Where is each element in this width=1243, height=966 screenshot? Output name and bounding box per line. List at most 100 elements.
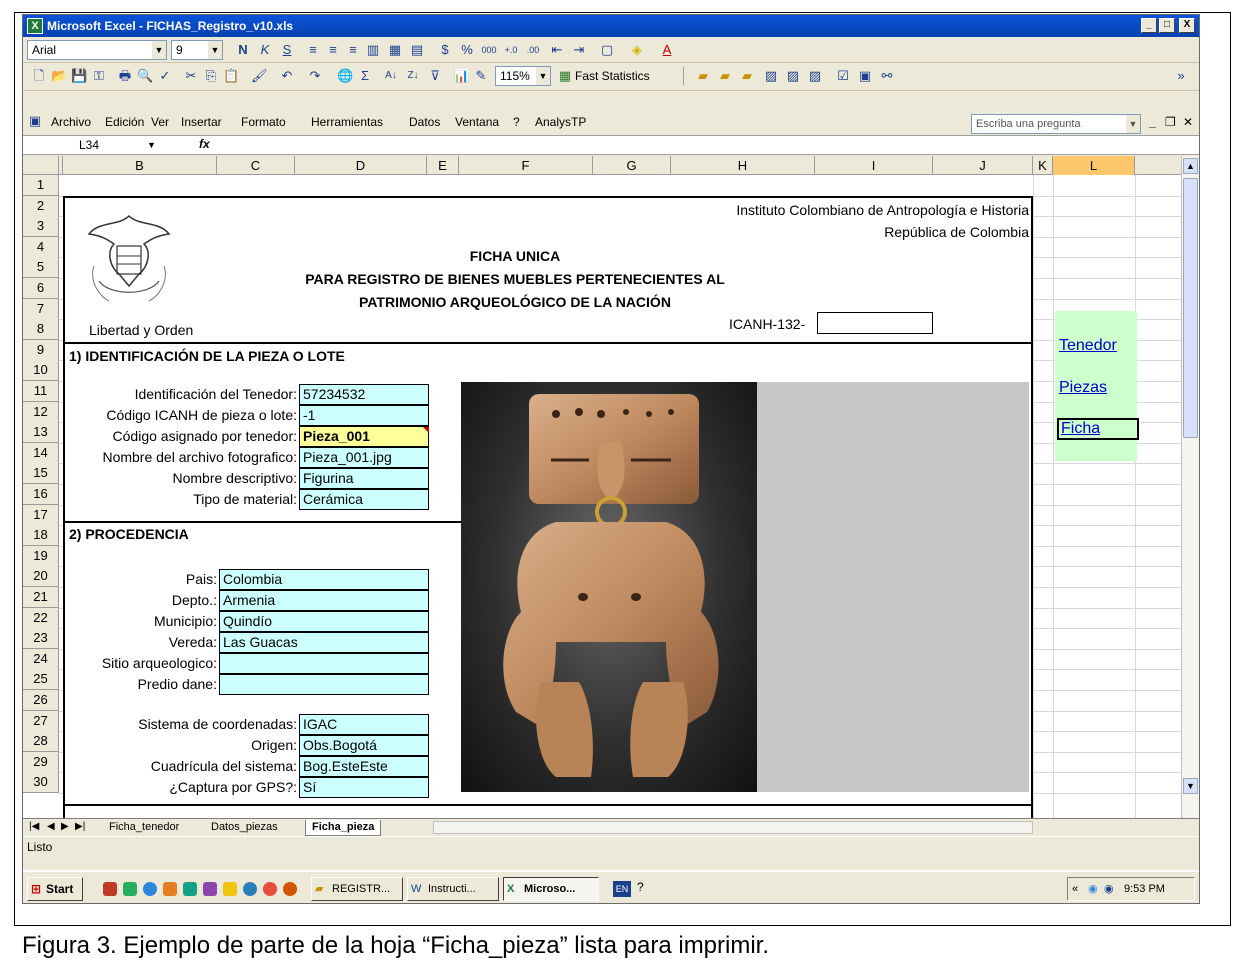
- column-header-g[interactable]: G: [593, 156, 671, 175]
- taskbar-instructivo[interactable]: W Instructi...: [407, 877, 499, 901]
- increase-decimal-icon[interactable]: +.0: [503, 42, 519, 58]
- select-all-corner[interactable]: [23, 156, 59, 175]
- tray-expand-icon[interactable]: «: [1072, 878, 1078, 900]
- font-name-box[interactable]: Arial ▼: [27, 40, 167, 60]
- sheet-tab-datos-piezas[interactable]: Datos_piezas: [205, 820, 284, 836]
- row-header[interactable]: 10: [23, 360, 59, 382]
- decrease-decimal-icon[interactable]: .00: [525, 42, 541, 58]
- column-header-d[interactable]: D: [295, 156, 427, 175]
- field-predio-dane[interactable]: [219, 674, 429, 695]
- sheet-tab-ficha-pieza[interactable]: Ficha_pieza: [305, 820, 382, 836]
- menu-edicion[interactable]: Edición: [105, 115, 144, 129]
- font-size-box[interactable]: 9 ▼: [171, 40, 223, 60]
- zoom-box[interactable]: 115% ▼: [495, 66, 551, 86]
- row-header[interactable]: 16: [23, 484, 59, 505]
- redo-icon[interactable]: ↷: [307, 68, 323, 84]
- thousands-icon[interactable]: 000: [481, 42, 497, 58]
- merge-center-icon[interactable]: ▦: [387, 42, 403, 58]
- image-icon[interactable]: ▨: [763, 68, 779, 84]
- field-codigo-icanh[interactable]: -1: [299, 405, 429, 426]
- field-origen[interactable]: Obs.Bogotá: [299, 735, 429, 756]
- toolbar-options-icon[interactable]: »: [1173, 68, 1189, 84]
- italic-icon[interactable]: K: [257, 42, 273, 58]
- sort-desc-icon[interactable]: Z↓: [405, 68, 421, 84]
- chevron-down-icon[interactable]: ▼: [1126, 115, 1140, 133]
- image-icon[interactable]: ▨: [785, 68, 801, 84]
- folder-icon[interactable]: ▰: [739, 68, 755, 84]
- scroll-up-icon[interactable]: ▲: [1183, 158, 1198, 174]
- quicklaunch-icon[interactable]: [283, 882, 297, 896]
- row-header[interactable]: 6: [23, 278, 59, 299]
- font-color-icon[interactable]: A: [659, 42, 675, 58]
- document-icon[interactable]: ▣: [27, 113, 43, 129]
- start-button[interactable]: ⊞ Start: [27, 877, 83, 901]
- acrobat-icon[interactable]: [103, 882, 117, 896]
- name-box[interactable]: L34 ▼: [59, 136, 163, 154]
- link-piezas[interactable]: Piezas: [1059, 379, 1107, 397]
- vertical-scrollbar[interactable]: ▲ ▼: [1181, 156, 1199, 818]
- tab-scroll-prev-icon[interactable]: ◀: [47, 821, 55, 832]
- taskbar-registro[interactable]: ▰ REGISTR...: [311, 877, 403, 901]
- column-header-c[interactable]: C: [217, 156, 295, 175]
- row-header[interactable]: 24: [23, 648, 59, 670]
- hyperlink-icon[interactable]: 🌐: [337, 68, 353, 84]
- quicklaunch-icon[interactable]: [223, 882, 237, 896]
- percent-icon[interactable]: %: [459, 42, 475, 58]
- row-header[interactable]: 26: [23, 690, 59, 711]
- menu-datos[interactable]: Datos: [409, 115, 440, 129]
- tab-scroll-next-icon[interactable]: ▶: [61, 821, 69, 832]
- row-header[interactable]: 22: [23, 607, 59, 629]
- undo-icon[interactable]: ↶: [279, 68, 295, 84]
- column-header-f[interactable]: F: [459, 156, 593, 175]
- open-icon[interactable]: 📂: [51, 68, 67, 84]
- copy-icon[interactable]: ⎘: [203, 68, 219, 84]
- language-indicator[interactable]: EN: [613, 881, 631, 897]
- row-header[interactable]: 27: [23, 710, 59, 732]
- row-header[interactable]: 17: [23, 504, 59, 526]
- menu-ventana[interactable]: Ventana: [455, 115, 499, 129]
- row-header[interactable]: 8: [23, 319, 59, 341]
- quicklaunch-icon[interactable]: [243, 882, 257, 896]
- image-icon[interactable]: ▨: [807, 68, 823, 84]
- minimize-button[interactable]: _: [1141, 18, 1157, 33]
- drawing-icon[interactable]: ✎: [473, 68, 489, 84]
- bold-icon[interactable]: N: [235, 42, 251, 58]
- field-identificacion-tenedor[interactable]: 57234532: [299, 384, 429, 405]
- menu-formato[interactable]: Formato: [241, 115, 286, 129]
- column-header-b[interactable]: B: [63, 156, 217, 175]
- row-header[interactable]: 12: [23, 401, 59, 423]
- column-header-i[interactable]: I: [815, 156, 933, 175]
- doc-restore-icon[interactable]: ❐: [1165, 115, 1176, 129]
- quicklaunch-icon[interactable]: [203, 882, 217, 896]
- chart-wizard-icon[interactable]: 📊: [453, 68, 469, 84]
- scroll-thumb[interactable]: [1183, 178, 1198, 438]
- column-header-k[interactable]: K: [1033, 156, 1053, 175]
- help-icon[interactable]: ?: [637, 880, 644, 894]
- scroll-down-icon[interactable]: ▼: [1183, 778, 1198, 794]
- folder-icon[interactable]: ▰: [695, 68, 711, 84]
- filter-icon[interactable]: ⊽: [427, 68, 443, 84]
- chevron-down-icon[interactable]: ▼: [536, 67, 550, 85]
- field-archivo-foto[interactable]: Pieza_001.jpg: [299, 447, 429, 468]
- column-header-j[interactable]: J: [933, 156, 1033, 175]
- doc-minimize-icon[interactable]: _: [1149, 115, 1156, 129]
- increase-indent-icon[interactable]: ⇥: [571, 42, 587, 58]
- borders-icon[interactable]: ▢: [599, 42, 615, 58]
- sheet-tab-ficha-tenedor[interactable]: Ficha_tenedor: [103, 820, 185, 836]
- underline-icon[interactable]: S: [279, 42, 295, 58]
- row-header[interactable]: 20: [23, 566, 59, 588]
- quicklaunch-icon[interactable]: [183, 882, 197, 896]
- grid-icon[interactable]: ▤: [409, 42, 425, 58]
- row-header[interactable]: 13: [23, 422, 59, 444]
- hyperlink-icon[interactable]: ⚯: [879, 68, 895, 84]
- align-center-icon[interactable]: ≡: [325, 42, 341, 58]
- quicklaunch-icon[interactable]: [263, 882, 277, 896]
- column-header-l[interactable]: L: [1053, 156, 1135, 175]
- row-header[interactable]: 7: [23, 298, 59, 320]
- row-header[interactable]: 18: [23, 525, 59, 547]
- row-header[interactable]: 1: [23, 175, 59, 196]
- internet-explorer-icon[interactable]: [143, 882, 157, 896]
- field-nombre-descriptivo[interactable]: Figurina: [299, 468, 429, 489]
- format-painter-icon[interactable]: 🖌: [251, 68, 268, 84]
- network-icon[interactable]: ◉: [1088, 878, 1098, 900]
